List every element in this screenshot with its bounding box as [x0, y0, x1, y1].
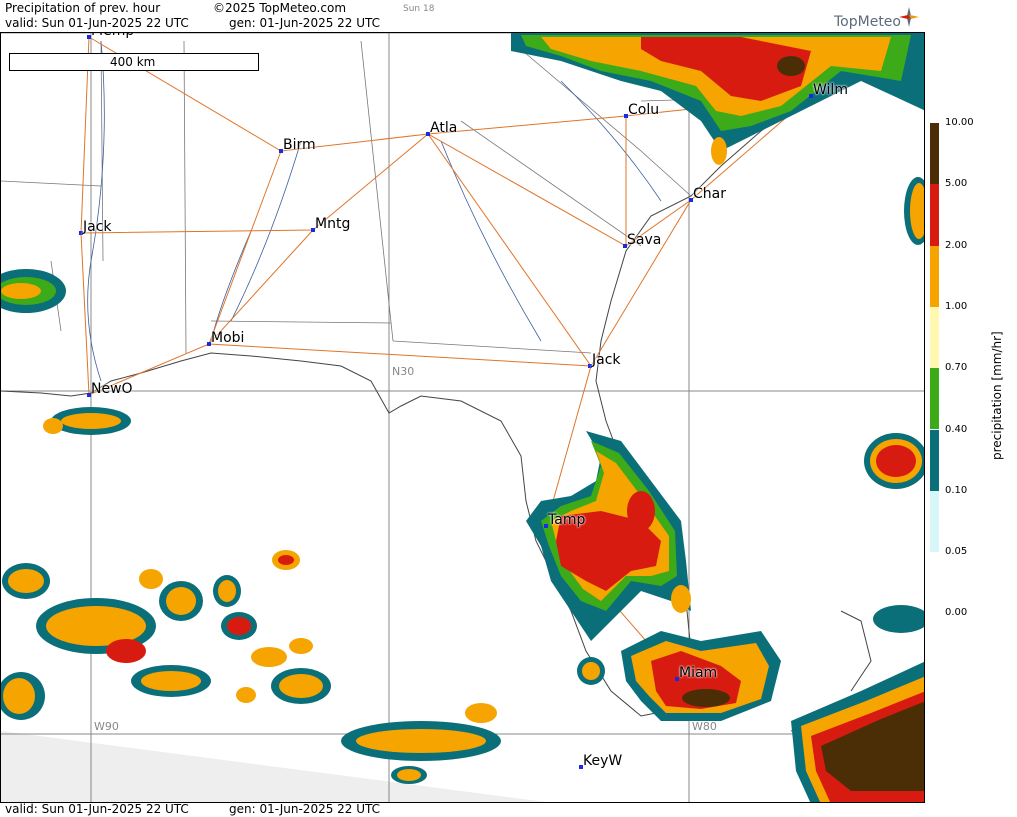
city-label-colu: Colu: [628, 102, 660, 118]
legend-swatch-5: [930, 429, 939, 491]
legend-tick-label: 0.05: [945, 546, 968, 558]
legend-swatch-2: [930, 245, 939, 307]
legend-tick-label: 0.40: [945, 423, 968, 435]
footer-valid-time: valid: Sun 01-Jun-2025 22 UTC: [5, 802, 189, 816]
city-label-newo: NewO: [91, 381, 133, 397]
city-label-wilm: Wilm: [813, 82, 848, 98]
copyright-text: ©2025 TopMeteo.com: [213, 1, 347, 15]
legend-tick-label: 10.00: [945, 117, 974, 128]
legend-tick-label: 5.00: [945, 178, 968, 190]
compass-star-icon: [899, 7, 919, 27]
lat-label-n30: N30: [392, 365, 415, 378]
legend-swatch-6: [930, 490, 939, 553]
legend-tick-label: 0.10: [945, 484, 968, 496]
legend-tick-label: 0.00: [945, 607, 968, 619]
city-label-tamp: Tamp: [548, 512, 586, 528]
map-title: Precipitation of prev. hour: [5, 1, 161, 15]
city-label-keyw: KeyW: [583, 753, 623, 769]
legend-swatch-3: [930, 306, 939, 369]
city-label-sava: Sava: [627, 232, 662, 248]
legend-tick-label: 2.00: [945, 239, 968, 251]
city-label-jack-fl: Jack: [592, 352, 621, 368]
valid-time: valid: Sun 01-Jun-2025 22 UTC: [5, 16, 189, 30]
scale-bar-label: 400 km: [110, 55, 156, 69]
legend-swatch-4: [930, 368, 939, 430]
lon-label-w80: W80: [692, 720, 717, 733]
lon-label-w90: W90: [94, 720, 119, 733]
generated-time: gen: 01-Jun-2025 22 UTC: [229, 16, 381, 30]
day-code: Sun 18: [403, 4, 435, 14]
city-label-mntg: Mntg: [315, 216, 351, 232]
city-label-mobi: Mobi: [211, 330, 245, 346]
topmeteo-logo[interactable]: TopMeteo: [834, 7, 919, 30]
logo-text: TopMeteo: [834, 14, 901, 30]
city-label-birm: Birm: [283, 137, 316, 153]
legend-unit-label: precipitation [mm/hr]: [990, 331, 1004, 460]
legend-tick-label: 0.70: [945, 362, 968, 374]
city-label-miam: Miam: [679, 665, 718, 681]
legend-tick-label: 1.00: [945, 300, 968, 312]
scale-bar: 400 km: [9, 53, 259, 71]
legend-swatch-1: [930, 184, 939, 246]
footer-generated-time: gen: 01-Jun-2025 22 UTC: [229, 802, 381, 816]
legend-swatch-0: [930, 123, 939, 185]
city-label-memp: Memp: [91, 33, 134, 39]
city-label-jack-ms: Jack: [83, 219, 112, 235]
map-canvas: [1, 33, 924, 802]
precipitation-map[interactable]: 400 km N30 W90 W80 Memp Birm Atla Colu Wilm C…: [0, 32, 925, 803]
city-label-char: Char: [693, 186, 726, 202]
city-label-atla: Atla: [430, 120, 458, 136]
